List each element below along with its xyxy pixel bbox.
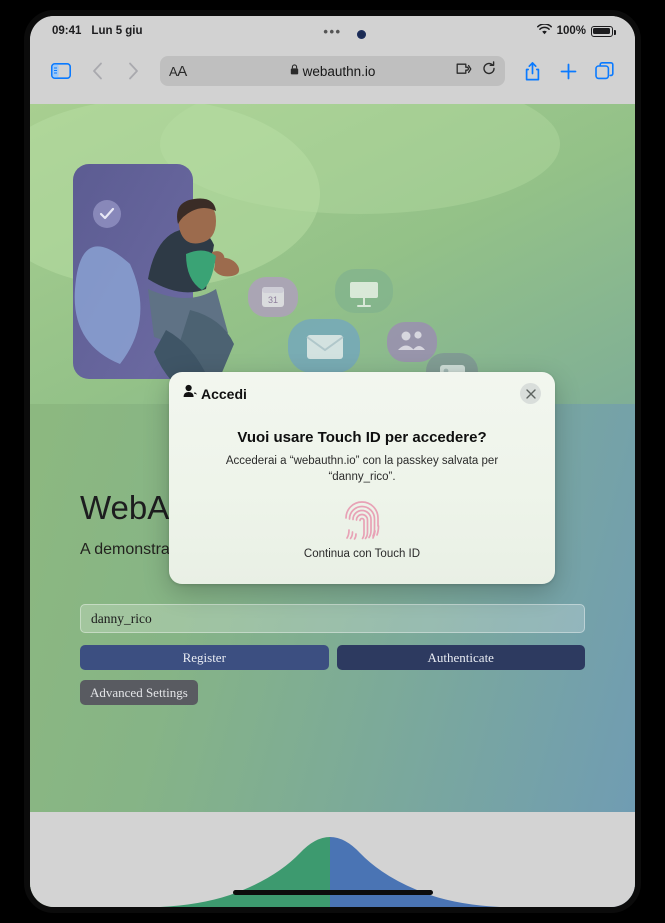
hero-illustration: 31 <box>30 104 635 404</box>
svg-text:31: 31 <box>268 295 278 305</box>
dialog-title: Accedi <box>201 385 247 402</box>
status-date: Lun 5 giu <box>91 25 143 37</box>
dialog-header: Accedi <box>169 372 555 404</box>
text-size-button[interactable]: AA <box>169 63 187 80</box>
wifi-icon <box>536 23 552 38</box>
advanced-settings-button[interactable]: Advanced Settings <box>80 680 198 705</box>
touchid-label: Continua con Touch ID <box>303 547 421 560</box>
front-camera-icon <box>357 30 366 39</box>
battery-percent-label: 100% <box>556 25 586 37</box>
ellipsis-icon: ••• <box>323 23 342 39</box>
lock-icon <box>290 62 299 80</box>
authenticate-button[interactable]: Authenticate <box>336 645 585 670</box>
address-bar[interactable]: AA webauthn.io <box>160 56 505 86</box>
battery-icon <box>591 25 616 37</box>
new-tab-button[interactable] <box>553 58 583 84</box>
forward-button[interactable] <box>118 58 148 84</box>
person-badge-icon <box>183 384 198 403</box>
sidebar-toggle-icon[interactable] <box>46 58 76 84</box>
status-bar: 09:41 Lun 5 giu ••• 100% <box>30 16 635 46</box>
passkey-dialog: Accedi Vuoi usare Touch ID per accedere?… <box>169 372 555 584</box>
share-button[interactable] <box>517 58 547 84</box>
username-input[interactable]: danny_rico <box>80 604 585 633</box>
tabs-overview-button[interactable] <box>589 58 619 84</box>
status-time: 09:41 <box>52 25 82 37</box>
action-button-row: Register Authenticate <box>80 645 585 670</box>
dialog-description: Accederai a “webauthn.io” con la passkey… <box>225 455 499 483</box>
ipad-device-frame: 09:41 Lun 5 giu ••• 100% AA webauthn.io … <box>24 10 641 913</box>
url-text: webauthn.io <box>302 63 376 79</box>
fingerprint-icon[interactable] <box>341 497 383 543</box>
webauthn-form: danny_rico Register Authenticate Advance… <box>80 604 585 705</box>
register-button[interactable]: Register <box>80 645 329 670</box>
close-icon[interactable] <box>520 383 541 404</box>
home-indicator[interactable] <box>232 890 433 895</box>
extensions-puzzle-icon[interactable] <box>456 62 472 81</box>
back-button[interactable] <box>82 58 112 84</box>
url-display: webauthn.io <box>160 62 505 80</box>
reload-icon[interactable] <box>482 61 496 81</box>
dialog-heading: Vuoi usare Touch ID per accedere? <box>237 429 487 446</box>
browser-toolbar: AA webauthn.io <box>30 46 635 104</box>
